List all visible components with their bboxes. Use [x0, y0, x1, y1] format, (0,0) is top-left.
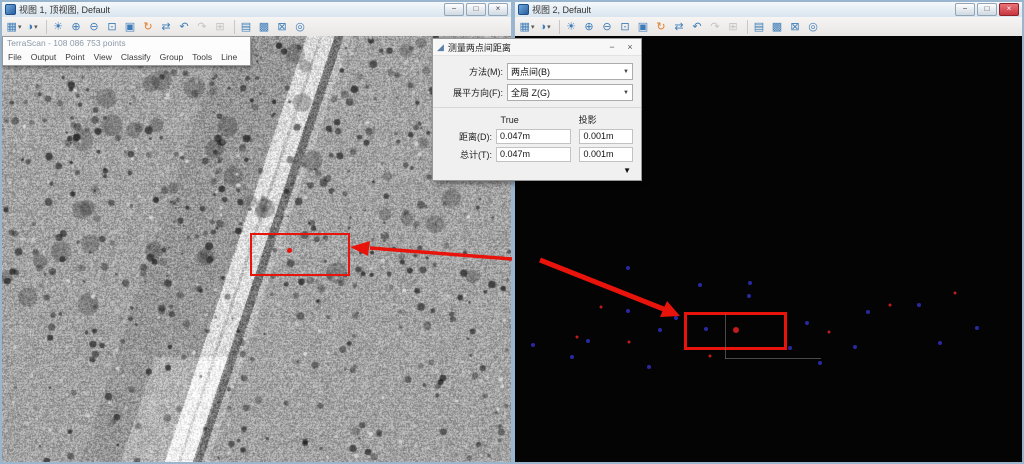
minimize-button[interactable]: −	[955, 3, 975, 16]
view2-toolbar: ▦ ▾ ◑ ▾ ☀ ⊕ ⊖ ⊡ ▣ ↻ ⇄ ↶ ↷ ⊞ ▤ ▩ ⊠ ◎	[515, 17, 1022, 37]
column-header-true: True	[500, 114, 519, 125]
close-button[interactable]: ×	[999, 3, 1019, 16]
view-next-icon[interactable]: ↷	[193, 19, 211, 35]
rotate-view-icon[interactable]: ↻	[139, 19, 157, 35]
flatten-direction-label: 展平方向(F):	[453, 88, 503, 98]
fit-view-icon[interactable]: ▣	[634, 19, 652, 35]
view1-title: 视图 1, 顶视图, Default	[19, 5, 111, 15]
view2-title: 视图 2, Default	[532, 5, 592, 15]
navigate-view-icon[interactable]: ◎	[291, 19, 309, 35]
display-style-dropdown-icon[interactable]: ▾	[34, 23, 38, 31]
terrascan-menu-view[interactable]: View	[94, 52, 112, 62]
clip-mask-icon[interactable]: ▩	[768, 19, 786, 35]
view-window-icon	[5, 4, 16, 15]
total-true-field[interactable]: 0.047m	[496, 147, 572, 162]
dialog-title: 测量两点间距离	[447, 42, 511, 53]
display-style-icon[interactable]: ◑ ▾	[23, 19, 41, 35]
view-attributes-icon[interactable]: ▦ ▾	[5, 19, 23, 35]
window-area-icon[interactable]: ⊡	[103, 19, 121, 35]
dialog-close-button[interactable]: ×	[623, 42, 637, 52]
toolbar-separator	[41, 19, 47, 34]
adjust-brightness-icon[interactable]: ☀	[49, 19, 67, 35]
dialog-divider	[433, 107, 641, 108]
method-label: 方法(M):	[469, 67, 503, 77]
zoom-in-icon[interactable]: ⊕	[580, 19, 598, 35]
terrascan-menubar: File Output Point View Classify Group Tools Lin…	[3, 50, 250, 65]
terrascan-menu-classify[interactable]: Classify	[121, 52, 151, 62]
distance-true-field[interactable]: 0.047m	[496, 129, 572, 144]
restore-button[interactable]: □	[977, 3, 997, 16]
chevron-down-icon[interactable]: ▼	[623, 69, 629, 75]
measure-distance-icon: ◢	[437, 41, 444, 52]
zoom-in-icon[interactable]: ⊕	[67, 19, 85, 35]
dialog-minimize-button[interactable]: −	[605, 42, 619, 52]
view-next-icon[interactable]: ↷	[706, 19, 724, 35]
toolbar-separator	[229, 19, 235, 34]
rotate-view-icon[interactable]: ↻	[652, 19, 670, 35]
toolbar-separator	[742, 19, 748, 34]
view2-window-controls: − □ ×	[955, 3, 1019, 16]
view1-window-controls: − □ ×	[444, 3, 508, 16]
dialog-titlebar[interactable]: ◢ 测量两点间距离 − ×	[433, 39, 641, 56]
copy-view-icon[interactable]: ⊞	[211, 19, 229, 35]
terrascan-menu-point[interactable]: Point	[65, 52, 84, 62]
view-attributes-icon[interactable]: ▦ ▾	[518, 19, 536, 35]
flatten-direction-select[interactable]: 全局 Z(G) ▼	[507, 84, 633, 101]
restore-button[interactable]: □	[466, 3, 486, 16]
fit-view-icon[interactable]: ▣	[121, 19, 139, 35]
clip-volume-icon[interactable]: ▤	[750, 19, 768, 35]
navigate-view-icon[interactable]: ◎	[804, 19, 822, 35]
toolbar-separator	[554, 19, 560, 34]
terrascan-menu-group[interactable]: Group	[160, 52, 184, 62]
view1-titlebar[interactable]: 视图 1, 顶视图, Default − □ ×	[2, 2, 511, 17]
view-window-icon	[518, 4, 529, 15]
terrascan-menu-output[interactable]: Output	[31, 52, 57, 62]
terrascan-menu-line[interactable]: Line	[221, 52, 237, 62]
dialog-body: 方法(M): 两点间(B) ▼ 展平方向(F): 全局 Z(G) ▼ True …	[433, 56, 641, 180]
view-attributes-dropdown-icon[interactable]: ▾	[18, 23, 22, 31]
copy-view-icon[interactable]: ⊞	[724, 19, 742, 35]
saved-views-icon[interactable]: ⊠	[786, 19, 804, 35]
method-value: 两点间(B)	[511, 67, 550, 77]
terrascan-menu-tools[interactable]: Tools	[192, 52, 212, 62]
view-previous-icon[interactable]: ↶	[688, 19, 706, 35]
distance-label: 距离(D):	[459, 132, 493, 142]
total-projected-field[interactable]: 0.001m	[579, 147, 633, 162]
clip-volume-icon[interactable]: ▤	[237, 19, 255, 35]
pan-view-icon[interactable]: ⇄	[670, 19, 688, 35]
chevron-down-icon[interactable]: ▼	[623, 90, 629, 96]
clip-mask-icon[interactable]: ▩	[255, 19, 273, 35]
close-button[interactable]: ×	[488, 3, 508, 16]
view-previous-icon[interactable]: ↶	[175, 19, 193, 35]
terrascan-menu-file[interactable]: File	[8, 52, 22, 62]
view-attributes-dropdown-icon[interactable]: ▾	[531, 23, 535, 31]
display-style-dropdown-icon[interactable]: ▾	[547, 23, 551, 31]
pan-view-icon[interactable]: ⇄	[157, 19, 175, 35]
column-header-projected: 投影	[578, 115, 597, 125]
view1-toolbar: ▦ ▾ ◑ ▾ ☀ ⊕ ⊖ ⊡ ▣ ↻ ⇄ ↶ ↷ ⊞ ▤ ▩ ⊠ ◎	[2, 17, 511, 37]
zoom-out-icon[interactable]: ⊖	[85, 19, 103, 35]
measure-distance-dialog: ◢ 测量两点间距离 − × 方法(M): 两点间(B) ▼ 展平方向(F): 全…	[432, 38, 642, 181]
window-area-icon[interactable]: ⊡	[616, 19, 634, 35]
total-label: 总计(T):	[460, 150, 493, 160]
method-select[interactable]: 两点间(B) ▼	[507, 63, 633, 80]
flatten-direction-value: 全局 Z(G)	[511, 88, 550, 98]
distance-projected-field[interactable]: 0.001m	[579, 129, 633, 144]
view2-titlebar[interactable]: 视图 2, Default − □ ×	[515, 2, 1022, 17]
saved-views-icon[interactable]: ⊠	[273, 19, 291, 35]
adjust-brightness-icon[interactable]: ☀	[562, 19, 580, 35]
terrascan-window: TerraScan - 108 086 753 points File Outpu…	[2, 36, 251, 66]
dialog-expander-icon[interactable]: ▼	[441, 165, 633, 177]
display-style-icon[interactable]: ◑ ▾	[536, 19, 554, 35]
terrascan-title[interactable]: TerraScan - 108 086 753 points	[3, 37, 250, 50]
minimize-button[interactable]: −	[444, 3, 464, 16]
zoom-out-icon[interactable]: ⊖	[598, 19, 616, 35]
